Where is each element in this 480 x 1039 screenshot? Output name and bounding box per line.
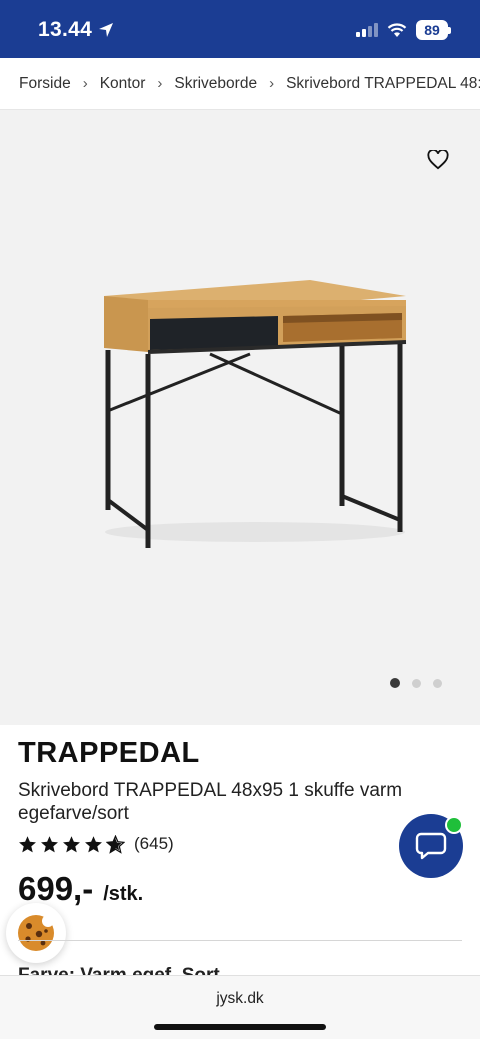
breadcrumb-current: Skrivebord TRAPPEDAL 48: <box>286 74 480 92</box>
product-gallery[interactable] <box>0 110 480 725</box>
pagination-dot-3[interactable] <box>433 678 442 688</box>
star-filled-icon <box>63 835 80 852</box>
chat-bubble-icon <box>415 832 447 860</box>
status-bar: 13.44 89 <box>0 0 480 58</box>
review-count[interactable]: (645) <box>134 834 174 854</box>
location-arrow-icon <box>99 23 114 37</box>
wifi-icon <box>387 22 407 37</box>
home-indicator[interactable] <box>154 1024 326 1030</box>
online-status-dot <box>445 816 463 834</box>
gallery-pagination[interactable] <box>390 678 442 688</box>
star-half-icon <box>106 834 125 854</box>
time-label: 13.44 <box>38 18 93 41</box>
battery-icon: 89 <box>416 20 451 40</box>
chevron-right-icon: › <box>82 75 88 92</box>
breadcrumb: Forside › Kontor › Skriveborde › Skriveb… <box>0 58 480 110</box>
desk-product-image <box>104 280 407 548</box>
heart-icon <box>427 150 449 170</box>
section-divider <box>18 940 462 941</box>
breadcrumb-desks[interactable]: Skriveborde <box>174 75 257 93</box>
pagination-dot-1[interactable] <box>390 678 400 688</box>
breadcrumb-home[interactable]: Forside <box>19 75 71 93</box>
star-filled-icon <box>85 835 102 852</box>
breadcrumb-office[interactable]: Kontor <box>100 75 146 93</box>
cookie-settings-button[interactable] <box>6 903 66 963</box>
cellular-signal-icon <box>356 23 378 37</box>
product-rating[interactable]: (645) <box>18 834 174 854</box>
url-bar[interactable]: jysk.dk <box>0 990 480 1008</box>
battery-level: 89 <box>424 22 440 38</box>
status-time: 13.44 <box>38 18 114 42</box>
cookie-icon <box>18 915 54 951</box>
status-indicators: 89 <box>356 20 451 40</box>
star-filled-icon <box>19 835 36 852</box>
price-unit: /stk. <box>103 883 144 905</box>
browser-toolbar: jysk.dk <box>0 975 480 1039</box>
chevron-right-icon: › <box>157 75 163 92</box>
chevron-right-icon: › <box>269 75 275 92</box>
product-brand: TRAPPEDAL <box>18 737 200 769</box>
pagination-dot-2[interactable] <box>412 678 421 688</box>
product-name: Skrivebord TRAPPEDAL 48x95 1 skuffe varm… <box>18 780 403 824</box>
product-variant-label: Farve: Varm egef. Sort <box>18 965 220 976</box>
product-price: 699,- <box>18 870 94 907</box>
star-filled-icon <box>41 835 58 852</box>
favorite-button[interactable] <box>424 146 452 174</box>
